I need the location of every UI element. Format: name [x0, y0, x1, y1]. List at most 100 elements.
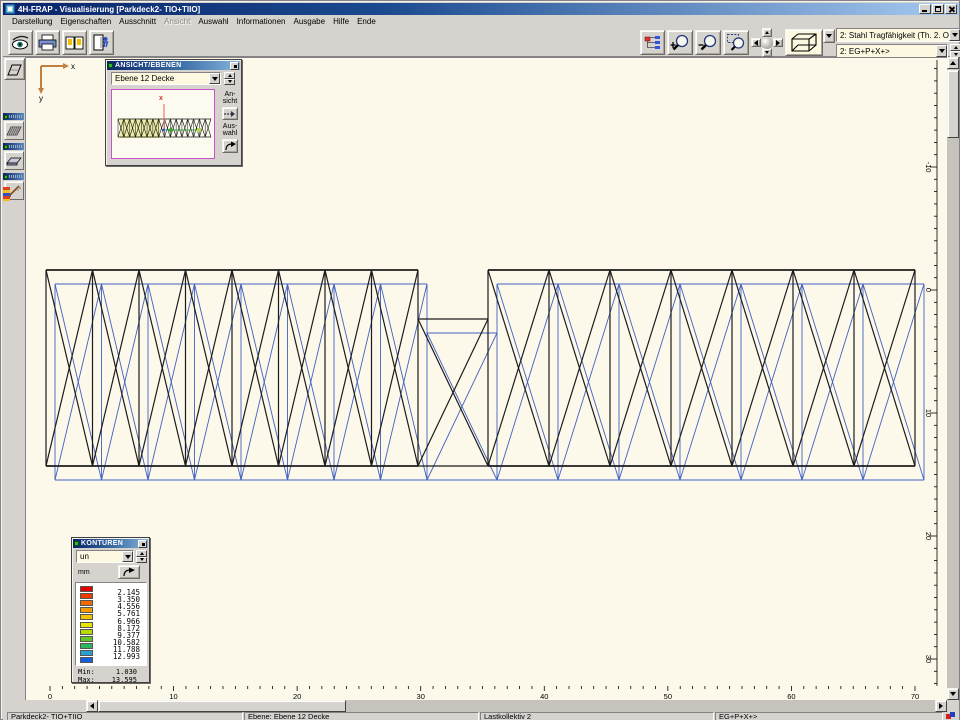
- legend-swatch: [80, 614, 93, 620]
- close-button[interactable]: [945, 4, 957, 14]
- zoom-out-button[interactable]: [695, 30, 721, 55]
- status-field: Lastkollektiv 2: [480, 712, 714, 720]
- ansicht-ebenen-window: ANSICHT/EBENEN Ebene 12 Decke x An- sich…: [105, 59, 242, 166]
- scroll-up-icon[interactable]: [947, 57, 959, 69]
- zoom-window-button[interactable]: [723, 30, 749, 55]
- result-combo[interactable]: 2: Stahl Tragfähigkeit (Th. 2. O: [836, 28, 960, 42]
- plane-view-button[interactable]: [4, 58, 25, 80]
- unit-button[interactable]: [118, 565, 140, 579]
- loadcase-spinner[interactable]: [950, 44, 960, 58]
- spin-down-icon[interactable]: [224, 79, 235, 86]
- ansicht-window-titlebar[interactable]: ANSICHT/EBENEN: [107, 61, 240, 70]
- loadcase-combo-arrow-icon[interactable]: [936, 45, 947, 57]
- menu-ende[interactable]: Ende: [353, 16, 380, 27]
- svg-text:10: 10: [924, 409, 933, 417]
- scroll-left-icon[interactable]: [86, 700, 98, 712]
- loadcase-combo-value: 2: EG+P+X+>: [837, 47, 936, 56]
- pan-up-icon[interactable]: [762, 28, 772, 37]
- horizontal-scrollbar[interactable]: [86, 700, 947, 712]
- pan-control[interactable]: [751, 28, 783, 57]
- loadcase-combo[interactable]: 2: EG+P+X+>: [836, 44, 948, 58]
- konturen-window-titlebar[interactable]: KONTUREN: [73, 539, 148, 548]
- menu-hilfe[interactable]: Hilfe: [329, 16, 353, 27]
- book-icon: [65, 35, 84, 51]
- window-dot-icon: [4, 175, 8, 179]
- print-button[interactable]: [35, 30, 60, 55]
- scrollbar-corner: [947, 700, 959, 712]
- window-dot-icon: [74, 541, 79, 546]
- result-combo-arrow-icon[interactable]: [949, 29, 960, 41]
- view-3d-dropdown[interactable]: [823, 29, 835, 43]
- auswahl-button[interactable]: [222, 139, 238, 153]
- help-book-button[interactable]: [62, 30, 87, 55]
- legend-swatch: [80, 636, 93, 642]
- menu-bar: DarstellungEigenschaftenAusschnittAnsich…: [3, 15, 959, 27]
- legend-swatch: [80, 650, 93, 656]
- mini-window-title-1[interactable]: [3, 113, 24, 120]
- pan-left-icon[interactable]: [751, 38, 761, 47]
- menu-ausschnitt[interactable]: Ausschnitt: [115, 16, 160, 27]
- konturen-close-icon[interactable]: [138, 540, 147, 548]
- scroll-down-icon[interactable]: [947, 688, 959, 700]
- toolbar: 2: Stahl Tragfähigkeit (Th. 2. O 2: EG+P…: [3, 27, 959, 57]
- zoom-in-button[interactable]: [667, 30, 693, 55]
- mesh-tool-button[interactable]: [4, 121, 24, 140]
- svg-text:0: 0: [924, 288, 933, 292]
- tree-list-icon: [644, 35, 662, 51]
- minimize-button[interactable]: [919, 4, 931, 14]
- spin-up-icon[interactable]: [950, 44, 960, 51]
- mini-window-title-2[interactable]: [3, 143, 24, 150]
- quantity-combo-arrow-icon[interactable]: [122, 551, 133, 562]
- legend-box: 2.1453.3504.5565.7616.9668.1729.37710.58…: [75, 582, 147, 666]
- mini-window-title-3[interactable]: [3, 173, 24, 180]
- ansicht-apply-button[interactable]: [222, 107, 238, 120]
- wireframe-box-icon: [789, 32, 819, 53]
- preview-axis-x-label: x: [159, 95, 163, 102]
- menu-ausgabe[interactable]: Ausgabe: [289, 16, 329, 27]
- view-eye-button[interactable]: [8, 30, 33, 55]
- svg-text:20: 20: [924, 532, 933, 540]
- scroll-right-icon[interactable]: [935, 700, 947, 712]
- display-list-button[interactable]: [640, 30, 665, 55]
- level-preview[interactable]: x: [111, 89, 215, 159]
- status-field: Ebene: Ebene 12 Decke: [244, 712, 479, 720]
- svg-text:y: y: [39, 94, 43, 103]
- auswahl-label: Aus- wahl: [220, 123, 240, 137]
- horizontal-scroll-thumb[interactable]: [98, 700, 346, 712]
- menu-eigenschaften[interactable]: Eigenschaften: [56, 16, 115, 27]
- menu-darstellung[interactable]: Darstellung: [8, 16, 56, 27]
- status-bar: Parkdeck2- TIO+TIIOEbene: Ebene 12 Decke…: [3, 712, 959, 720]
- level-combo[interactable]: Ebene 12 Decke: [111, 72, 221, 85]
- spin-down-icon[interactable]: [136, 557, 147, 564]
- level-spinner[interactable]: [224, 72, 235, 85]
- level-combo-arrow-icon[interactable]: [209, 73, 220, 84]
- scrollbar-left-gap: [3, 700, 86, 712]
- app-window: { "window": { "title": "4H-FRAP - Visual…: [0, 0, 960, 720]
- maximize-button[interactable]: [932, 4, 944, 14]
- quantity-combo[interactable]: un: [76, 550, 134, 563]
- eye-icon: [11, 34, 30, 51]
- title-bar[interactable]: 4H-FRAP - Visualisierung [Parkdeck2- TIO…: [3, 3, 959, 15]
- slab-tool-button[interactable]: [4, 151, 24, 170]
- menu-informationen[interactable]: Informationen: [233, 16, 290, 27]
- pan-down-icon[interactable]: [762, 48, 772, 57]
- view-3d-button[interactable]: [785, 29, 823, 56]
- legend-swatch: [80, 622, 93, 628]
- unit-label: mm: [78, 569, 90, 576]
- ansicht-label: An- sicht: [220, 91, 240, 105]
- vertical-scroll-thumb[interactable]: [947, 70, 959, 138]
- vertical-scrollbar[interactable]: [947, 57, 959, 700]
- pan-center-ball[interactable]: [761, 37, 773, 49]
- pan-right-icon[interactable]: [773, 38, 783, 47]
- curved-arrow-icon: [122, 567, 136, 577]
- legend-swatch: [80, 600, 93, 606]
- legend-value: 12.993: [113, 653, 140, 660]
- ansicht-close-icon[interactable]: [230, 62, 239, 70]
- legend-swatch: [80, 607, 93, 613]
- max-value: 13.595: [112, 677, 137, 684]
- zoom-rect-icon: [726, 33, 746, 52]
- quantity-spinner[interactable]: [136, 550, 147, 563]
- exit-button[interactable]: [89, 30, 114, 55]
- menu-auswahl[interactable]: Auswahl: [194, 16, 232, 27]
- curved-arrow-icon: [224, 141, 237, 151]
